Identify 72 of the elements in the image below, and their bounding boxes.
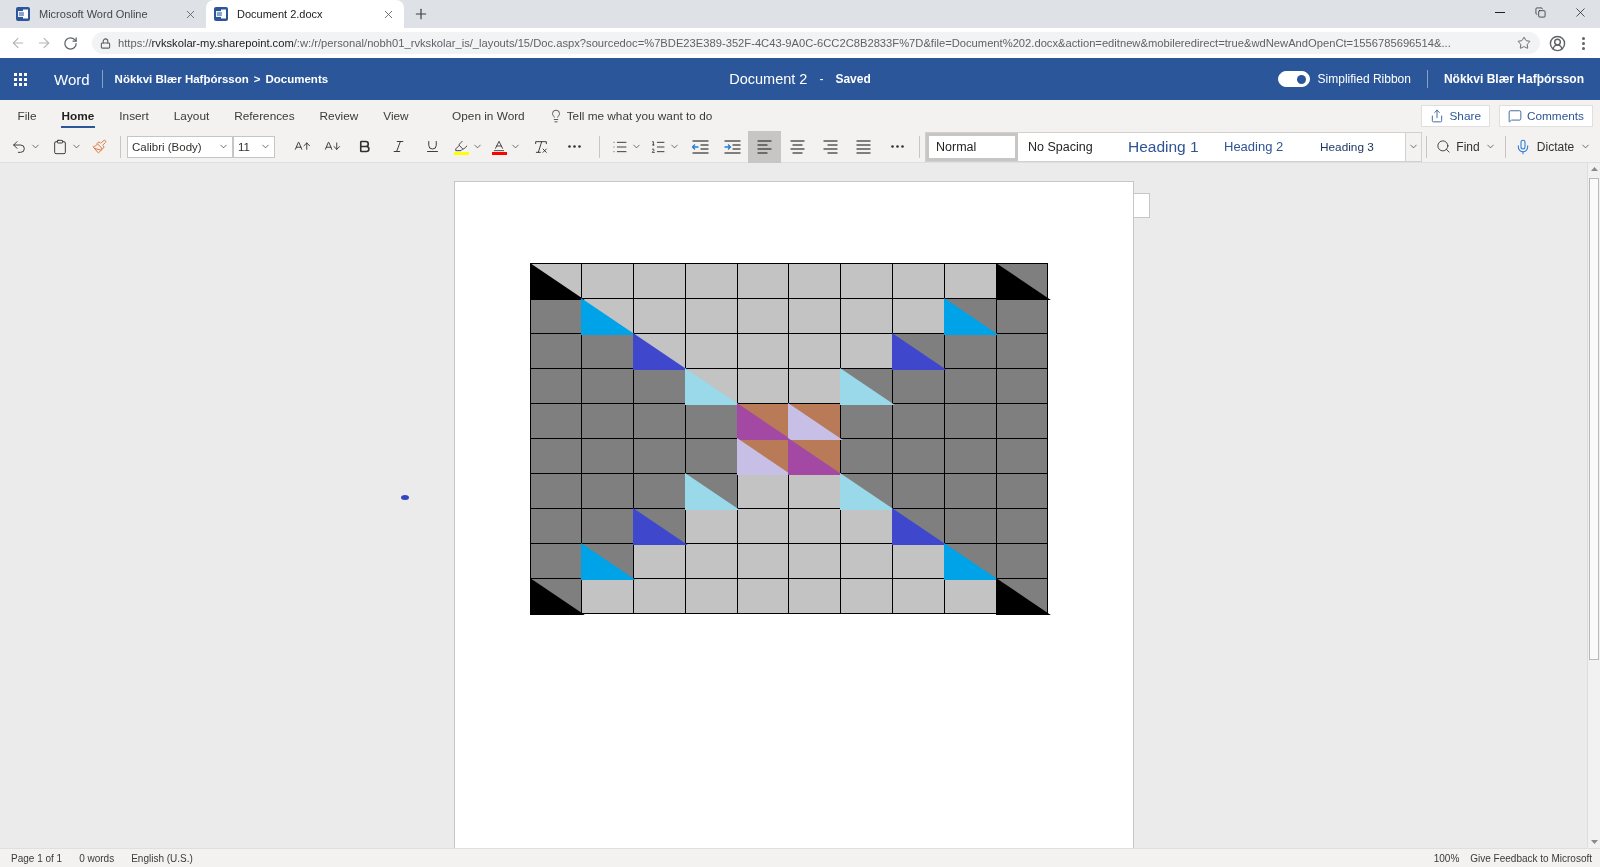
dictate-button[interactable]: Dictate	[1510, 130, 1596, 163]
ribbon-tab[interactable]: Review	[307, 100, 371, 131]
language-button[interactable]: English (U.S.)	[131, 852, 193, 864]
page-count: Page 1 of 1	[11, 852, 63, 864]
ribbon-tab[interactable]: View	[370, 100, 422, 131]
ribbon-tab[interactable]: Layout	[161, 100, 222, 131]
ribbon-tab[interactable]: File	[5, 100, 49, 131]
waffle-menu-icon	[13, 72, 27, 86]
caret-down-icon	[1590, 840, 1598, 844]
undo-icon	[11, 138, 27, 155]
font-color-icon	[491, 138, 507, 155]
align-center-icon	[790, 139, 805, 154]
indent-decrease-icon	[691, 139, 709, 154]
word-count: 0 words	[79, 852, 115, 864]
document-icon	[214, 7, 228, 21]
reload-icon	[62, 35, 78, 51]
document-icon	[16, 7, 30, 21]
search-icon	[1436, 139, 1452, 154]
document-title[interactable]: Document 2	[729, 71, 808, 87]
feedback-link[interactable]: Give Feedback to Microsoft	[1470, 852, 1592, 864]
clear-formatting-icon	[533, 138, 549, 155]
address-bar[interactable]	[92, 32, 1540, 54]
app-name[interactable]: Word	[54, 70, 90, 88]
url-text: https://rvkskolar-my.sharepoint.com/:w:/r/personal/nobh01_rvkskolar_is/_layouts/15/Doc.aspx?sourcedoc=%7BDE23E389-352F-4C43-9A0C-6CC2C8B2833F%7D&file=Document%202.docx&action=editnew&mobileredirect=true&wdNewAndOpenCt=1556785696514&...	[118, 37, 1452, 49]
more-vertical-icon	[1581, 36, 1585, 50]
open-in-word-link[interactable]: Open in Word	[440, 100, 537, 131]
zoom-level[interactable]: 100%	[1433, 852, 1460, 864]
share-button[interactable]: Share	[1421, 104, 1490, 127]
justify-icon	[856, 139, 871, 154]
font-size-dropdown[interactable]: 11	[233, 135, 275, 158]
ink-dot-icon	[401, 495, 409, 500]
share-icon	[1430, 108, 1445, 123]
paintbrush-icon	[91, 139, 107, 154]
plus-icon	[413, 6, 429, 22]
breadcrumb-separator: >	[253, 73, 261, 85]
highlighter-icon	[453, 138, 469, 155]
browser-tab[interactable]: Document 2.docx	[206, 0, 404, 28]
align-left-icon	[757, 139, 772, 154]
font-name-dropdown[interactable]: Calibri (Body)	[127, 135, 233, 158]
indent-increase-icon	[723, 139, 741, 154]
browser-tab[interactable]: Microsoft Word Online	[8, 0, 206, 28]
caret-up-icon	[1590, 167, 1598, 171]
more-icon	[567, 145, 581, 148]
style-option[interactable]: Normal	[926, 132, 1018, 161]
toggle-label: Simplified Ribbon	[1317, 72, 1411, 86]
comments-button[interactable]: Comments	[1498, 104, 1593, 127]
lock-icon	[100, 37, 111, 49]
comment-icon	[1507, 108, 1522, 123]
find-button[interactable]: Find	[1431, 130, 1501, 163]
bookmark-star-icon	[1517, 36, 1531, 50]
scrollbar-thumb[interactable]	[1589, 178, 1599, 660]
align-right-icon	[823, 139, 838, 154]
user-name[interactable]: Nökkvi Blær Hafþórsson	[1443, 72, 1584, 86]
toggle-switch[interactable]	[1277, 71, 1310, 87]
account-icon	[1548, 34, 1566, 52]
save-status: Saved	[835, 72, 871, 86]
more-icon	[890, 145, 904, 148]
numbered-list-icon	[650, 138, 666, 155]
align-button[interactable]	[748, 130, 781, 163]
italic-icon	[390, 139, 406, 154]
ribbon-tab[interactable]: References	[221, 100, 308, 131]
minimize-icon	[1495, 11, 1505, 13]
clipboard-icon	[52, 138, 68, 155]
title-separator: -	[819, 72, 824, 86]
ribbon-tab[interactable]: Insert	[106, 100, 162, 131]
tell-me-search[interactable]: Tell me what you want to do	[536, 100, 725, 131]
restore-icon	[1534, 6, 1546, 18]
underline-icon	[424, 139, 440, 154]
forward-arrow-icon	[36, 35, 52, 51]
breadcrumb-link[interactable]: Documents	[265, 73, 329, 85]
breadcrumb-link[interactable]: Nökkvi Blær Hafþórsson	[114, 73, 249, 85]
ribbon-tab[interactable]: Home	[49, 100, 107, 131]
